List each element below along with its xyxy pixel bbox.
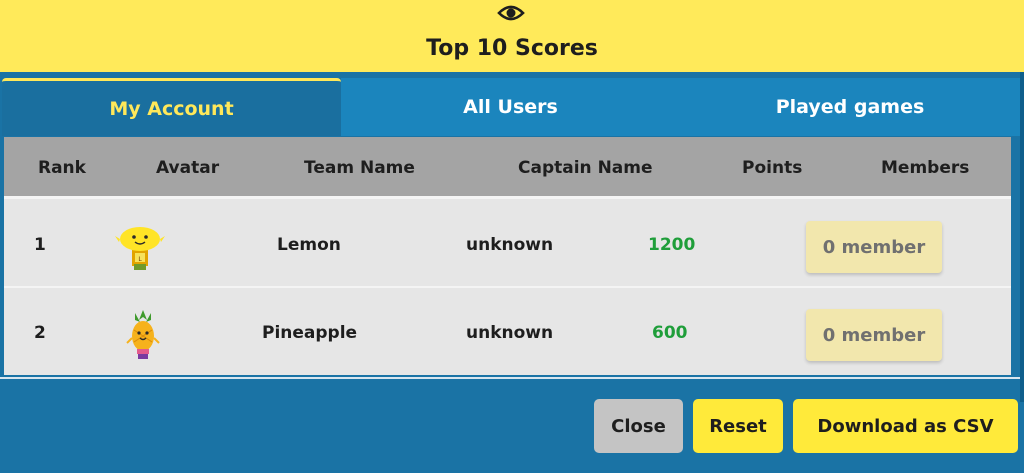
page-title: Top 10 Scores [426,36,598,61]
scores-table: Rank Avatar Team Name Captain Name Point… [4,137,1011,375]
column-header-team-name: Team Name [304,158,415,178]
table-row: 1 L Lemon unknown 1200 0 member [4,202,1011,288]
column-header-members: Members [881,158,970,178]
lemon-avatar: L [115,227,165,270]
points-cell: 600 [652,323,688,343]
table-row: 2 Pineapple unknown 600 0 member [4,290,1011,376]
close-button[interactable]: Close [594,399,683,453]
members-button[interactable]: 0 member [806,221,942,273]
members-button[interactable]: 0 member [806,309,942,361]
column-header-points: Points [742,158,803,178]
captain-name-cell: unknown [466,323,554,343]
tab-my-account[interactable]: My Account [2,78,341,136]
column-header-avatar: Avatar [156,158,220,178]
footer-divider [0,377,1020,379]
download-csv-button[interactable]: Download as CSV [793,399,1018,453]
column-header-rank: Rank [38,158,86,178]
reset-button[interactable]: Reset [693,399,783,453]
points-cell: 1200 [648,235,696,255]
pineapple-avatar [126,310,160,359]
scores-panel: My Account All Users Played games Rank A… [0,72,1024,473]
column-header-captain-name: Captain Name [518,158,653,178]
eye-icon[interactable] [497,2,525,24]
tab-played-games[interactable]: Played games [680,78,1020,136]
tab-all-users[interactable]: All Users [341,78,680,136]
tab-bar: My Account All Users Played games [0,78,1020,136]
team-name-cell: Lemon [277,235,341,255]
captain-name-cell: unknown [466,235,554,255]
table-header: Rank Avatar Team Name Captain Name Point… [4,137,1011,199]
team-name-cell: Pineapple [262,323,358,343]
scrollbar-edge [1020,72,1024,402]
rank-cell: 1 [34,235,46,255]
rank-cell: 2 [34,323,46,343]
scores-header: Top 10 Scores [0,0,1024,72]
